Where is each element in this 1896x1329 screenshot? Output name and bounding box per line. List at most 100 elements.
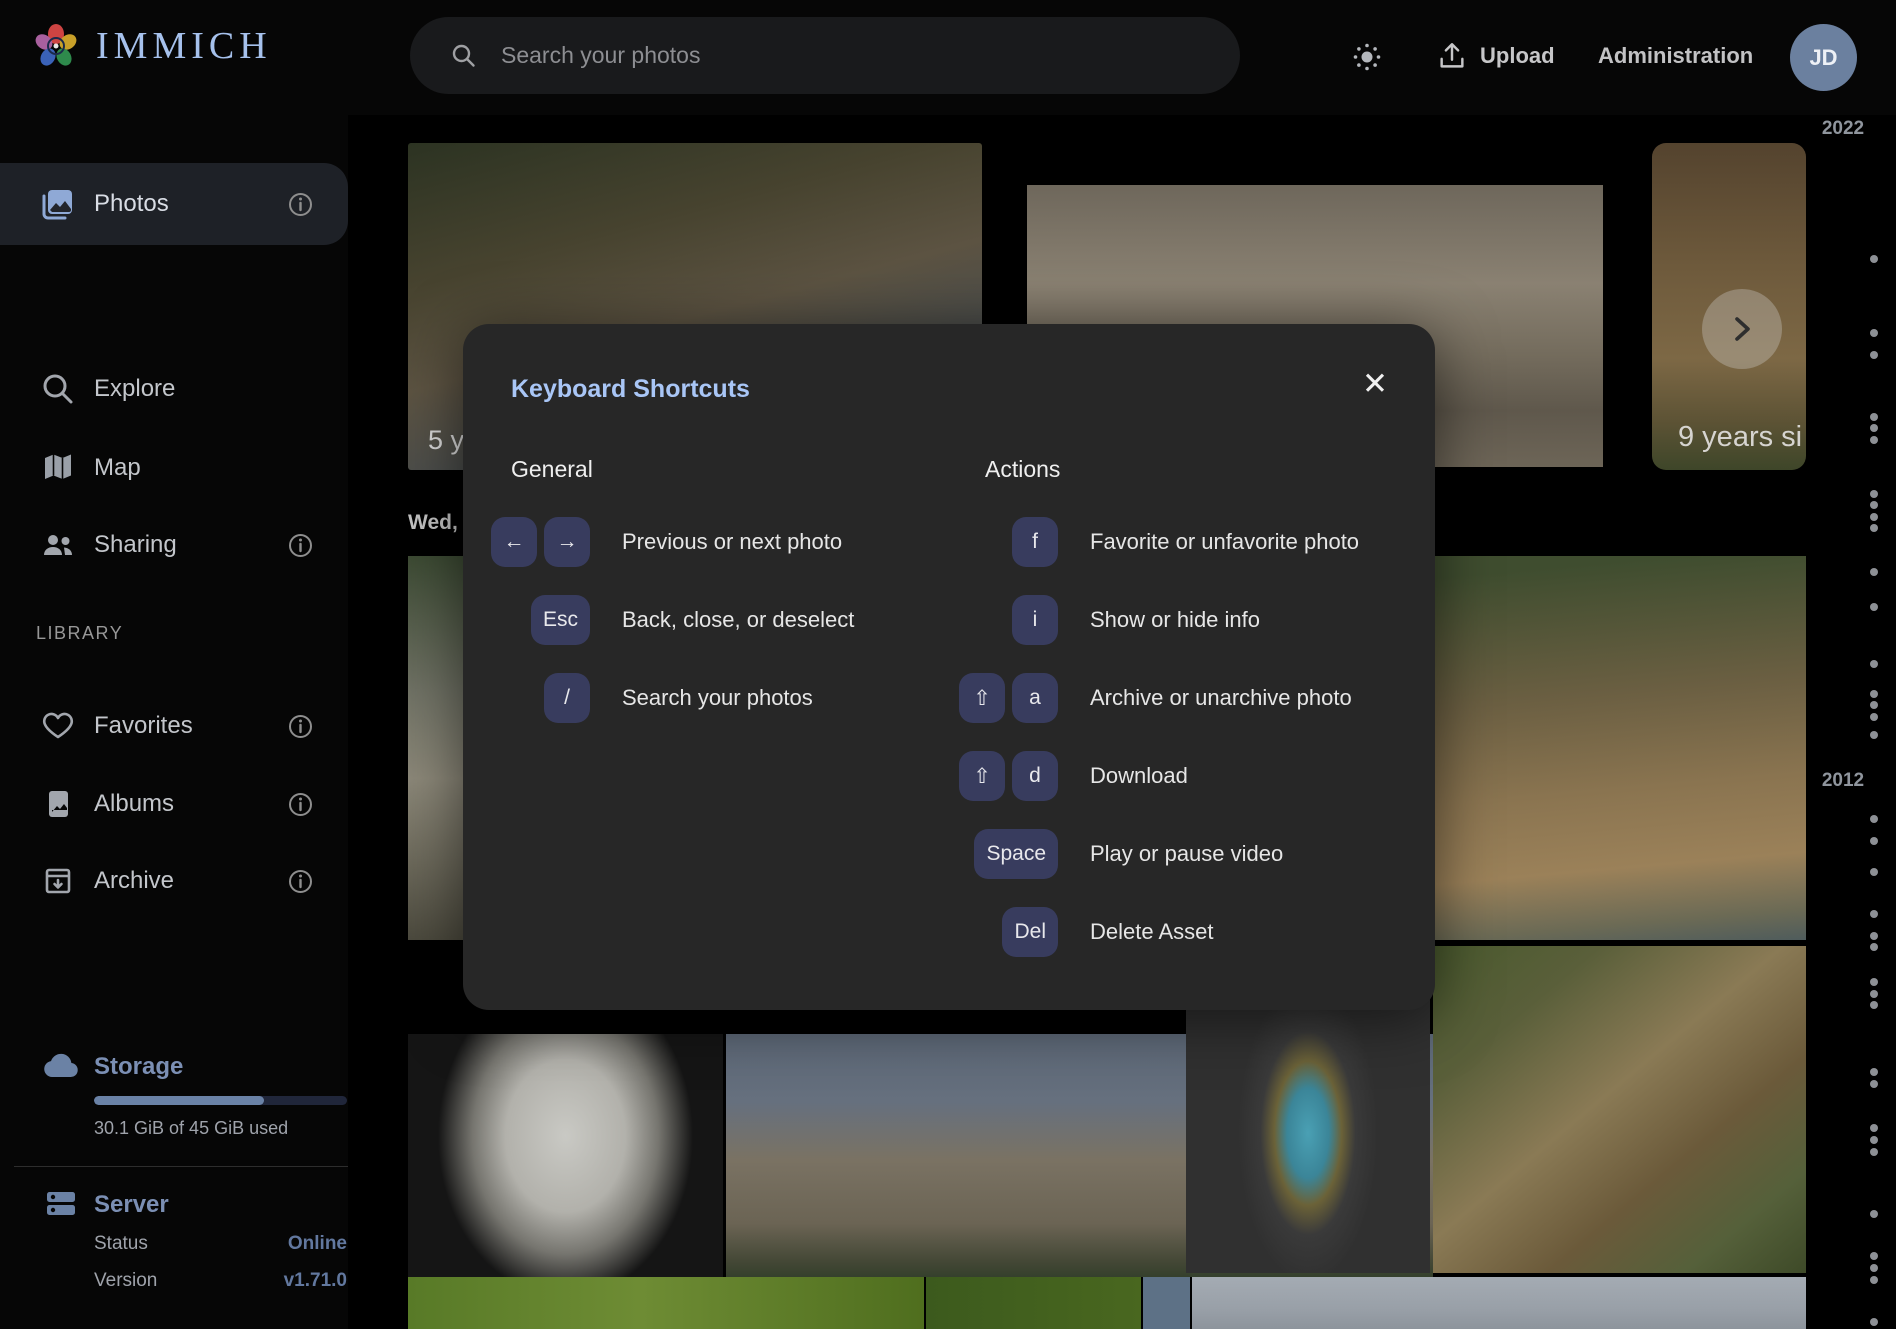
scrubber-segment-dot (1870, 1318, 1878, 1326)
shortcut-description: Favorite or unfavorite photo (1090, 529, 1359, 555)
avatar-initials: JD (1809, 45, 1837, 71)
key-cap: a (1012, 673, 1058, 723)
sidebar-item-label: Explore (94, 375, 175, 403)
scrubber-segment-dot (1870, 815, 1878, 823)
shortcut-keys: Esc (490, 595, 590, 645)
sidebar-item-photos[interactable]: Photos (0, 163, 348, 245)
photo-tile-lizard[interactable] (1433, 946, 1806, 1273)
people-icon (40, 527, 76, 563)
info-icon[interactable] (287, 791, 314, 818)
sidebar-item-label: Map (94, 454, 141, 482)
sidebar-item-sharing[interactable]: Sharing (0, 515, 348, 575)
album-icon (40, 786, 76, 822)
scrubber-segment-dot (1870, 603, 1878, 611)
photo-tile-foliage-1[interactable] (408, 1277, 924, 1329)
scrubber-year-label: 2012 (1814, 770, 1872, 792)
scrubber-segment-dot (1870, 1136, 1878, 1144)
search-icon (40, 371, 76, 407)
scrubber-segment-dot (1870, 568, 1878, 576)
shortcut-description: Show or hide info (1090, 607, 1260, 633)
cloud-icon (40, 1046, 82, 1088)
key-cap: Space (974, 829, 1058, 879)
scrubber-segment-dot (1870, 490, 1878, 498)
scrubber-segment-dot (1870, 255, 1878, 263)
key-cap: → (544, 517, 590, 567)
scrubber-segment-dot (1870, 413, 1878, 421)
shortcut-row: Space Play or pause video (880, 830, 1359, 878)
scrubber-segment-dot (1870, 1210, 1878, 1218)
shortcut-description: Delete Asset (1090, 919, 1214, 945)
archive-icon (40, 863, 76, 899)
heart-icon (40, 708, 76, 744)
shortcut-row: Del Delete Asset (880, 908, 1359, 956)
immich-logo[interactable]: IMMICH (32, 22, 272, 70)
shortcut-keys: Space (880, 829, 1058, 879)
shortcut-description: Download (1090, 763, 1188, 789)
scrubber-segment-dot (1870, 868, 1878, 876)
app-header: IMMICH (0, 0, 1896, 115)
scrubber-year-label: 2022 (1814, 118, 1872, 140)
shortcut-row: ⇧a Archive or unarchive photo (880, 674, 1359, 722)
chevron-right-icon (1725, 312, 1759, 346)
memory-next-button[interactable] (1702, 289, 1782, 369)
info-icon[interactable] (287, 868, 314, 895)
key-cap: Del (1002, 907, 1058, 957)
search-input[interactable] (499, 41, 1240, 70)
storage-progress-fill (94, 1096, 264, 1105)
shortcut-keys: i (880, 595, 1058, 645)
shortcut-row: Esc Back, close, or deselect (490, 596, 854, 644)
shortcut-keys: f (880, 517, 1058, 567)
close-icon[interactable]: ✕ (1355, 364, 1395, 404)
shortcut-description: Search your photos (622, 685, 813, 711)
scrubber-segment-dot (1870, 501, 1878, 509)
shortcut-section-actions: f Favorite or unfavorite photo i Show or hi… (880, 518, 1359, 986)
info-icon[interactable] (287, 713, 314, 740)
scrubber-segment-dot (1870, 424, 1878, 432)
shortcut-keys: ←→ (490, 517, 590, 567)
sidebar-item-label: Photos (94, 190, 169, 218)
administration-link[interactable]: Administration (1598, 43, 1753, 69)
shortcut-description: Play or pause video (1090, 841, 1283, 867)
shortcut-description: Previous or next photo (622, 529, 842, 555)
photo-tile-foliage-2[interactable] (926, 1277, 1141, 1329)
theme-toggle-button[interactable] (1344, 34, 1390, 80)
sidebar-item-label: Sharing (94, 531, 177, 559)
scrubber-segment-dot (1870, 1068, 1878, 1076)
sidebar-item-favorites[interactable]: Favorites (0, 696, 348, 756)
user-avatar[interactable]: JD (1790, 24, 1857, 91)
photo-tile-gray[interactable] (1192, 1277, 1806, 1329)
sidebar-item-map[interactable]: Map (0, 438, 348, 498)
search-bar[interactable] (410, 17, 1240, 94)
key-cap: ⇧ (959, 751, 1005, 801)
memory-lane-label-1: 5 y (428, 425, 464, 456)
section-heading-actions: Actions (985, 456, 1060, 483)
key-cap: / (544, 673, 590, 723)
photo-tile-sliver[interactable] (1143, 1277, 1190, 1329)
shortcut-description: Archive or unarchive photo (1090, 685, 1352, 711)
scrubber-segment-dot (1870, 1080, 1878, 1088)
server-title: Server (94, 1191, 169, 1219)
scrubber-segment-dot (1870, 943, 1878, 951)
scrubber-segment-dot (1870, 1001, 1878, 1009)
map-icon (40, 450, 76, 486)
shortcut-description: Back, close, or deselect (622, 607, 854, 633)
scrubber-segment-dot (1870, 1148, 1878, 1156)
memory-lane-card[interactable]: 9 years si (1652, 143, 1806, 470)
key-cap: f (1012, 517, 1058, 567)
modal-title: Keyboard Shortcuts (511, 375, 750, 404)
scrubber-segment-dot (1870, 329, 1878, 337)
status-label: Status (94, 1233, 148, 1255)
photo-tile-marble-sculpture[interactable] (408, 1034, 723, 1277)
upload-button[interactable]: Upload (1436, 40, 1555, 72)
key-cap: d (1012, 751, 1058, 801)
info-icon[interactable] (287, 532, 314, 559)
search-icon (450, 42, 477, 69)
scrubber-segment-dot (1870, 1124, 1878, 1132)
key-cap: ← (491, 517, 537, 567)
sidebar-item-explore[interactable]: Explore (0, 359, 348, 419)
info-icon[interactable] (287, 191, 314, 218)
shortcut-keys: ⇧a (880, 673, 1058, 723)
sidebar-item-albums[interactable]: Albums (0, 774, 348, 834)
photos-icon (40, 186, 76, 222)
sidebar-item-archive[interactable]: Archive (0, 851, 348, 911)
